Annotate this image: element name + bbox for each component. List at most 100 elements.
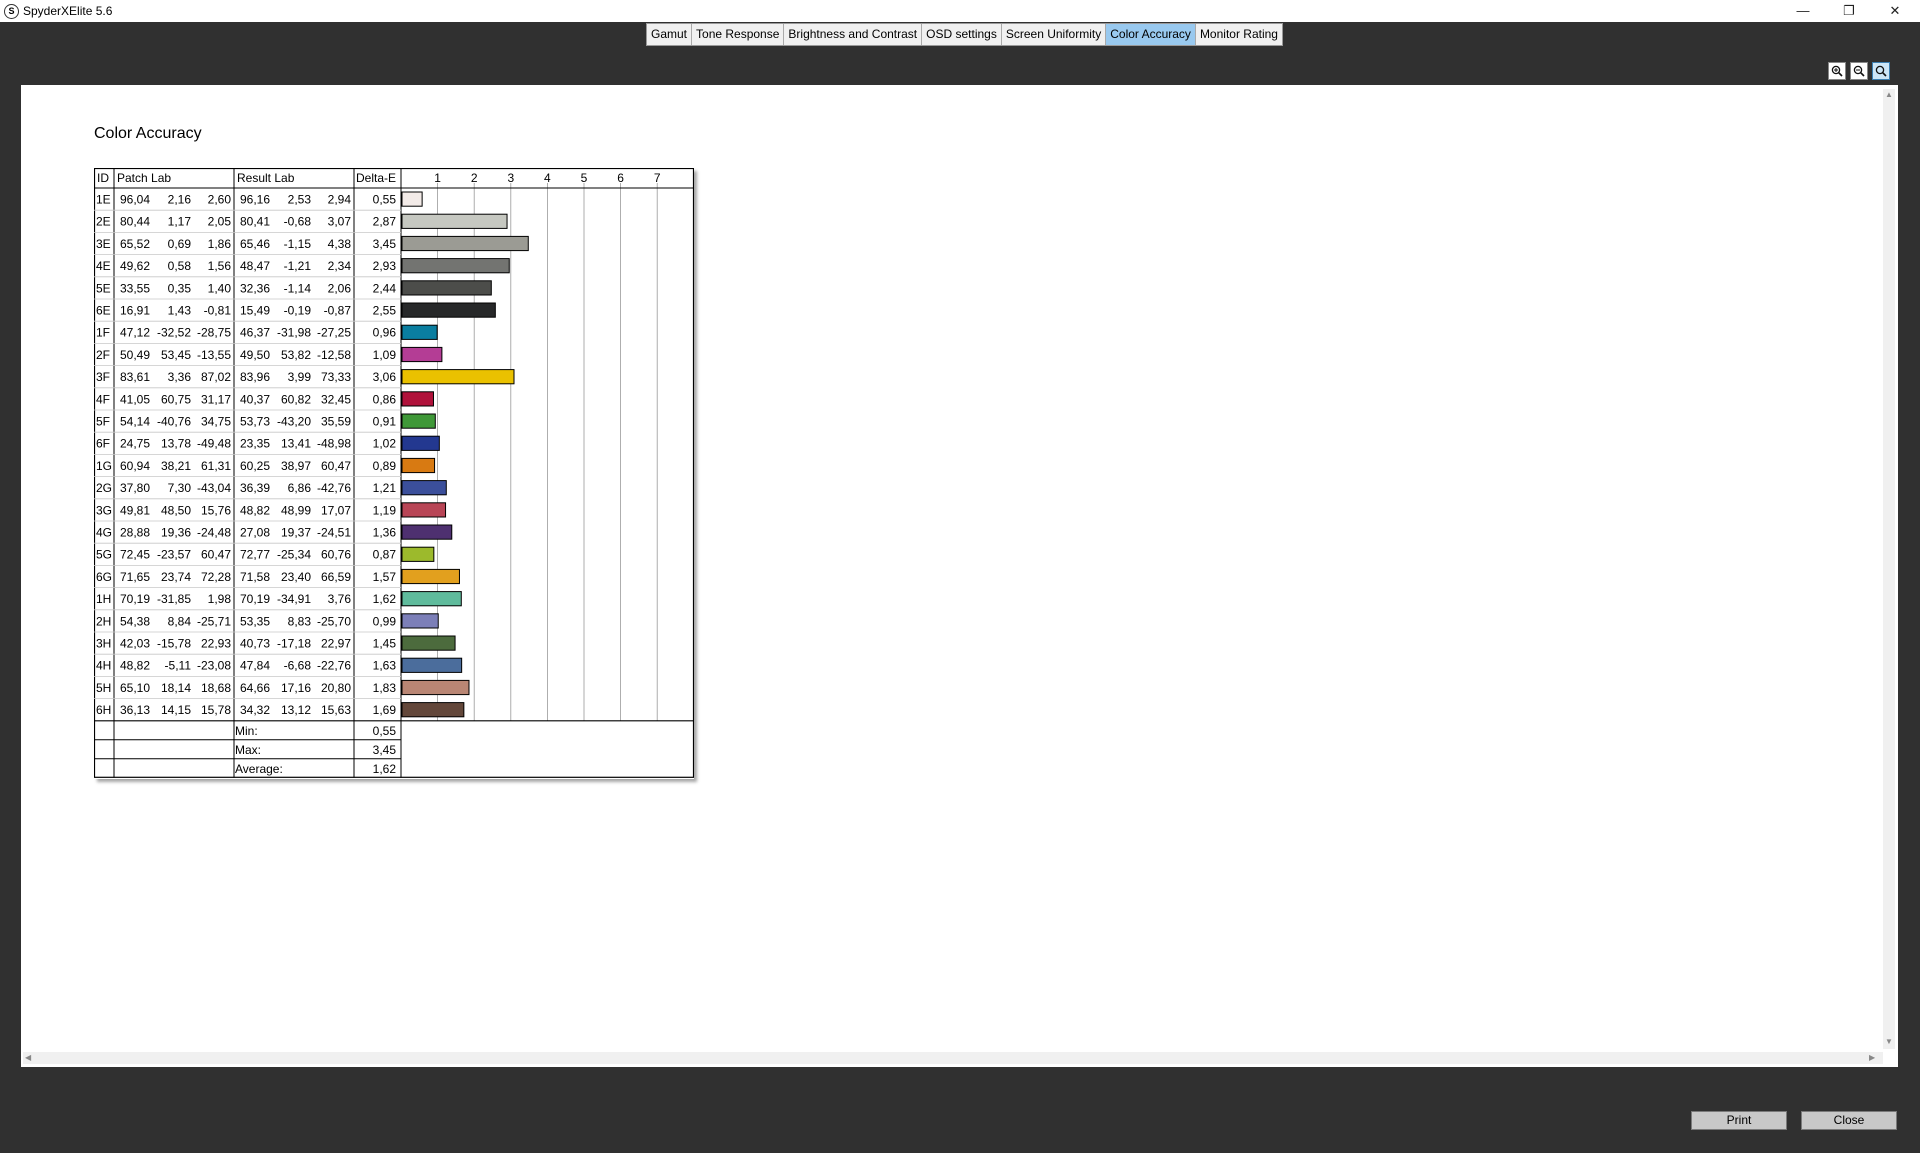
header-delta-e: Delta-E — [356, 171, 396, 185]
patch-b: 1,98 — [208, 592, 232, 606]
delta-e-bar — [401, 657, 463, 673]
tab-strip: Gamut Tone Response Brightness and Contr… — [0, 22, 1920, 46]
color-accuracy-report: 1 2 3 4 5 6 7 ID Patch Lab Result Lab Delta-E 1E 96,… — [94, 168, 694, 779]
result-a: 13,12 — [281, 703, 311, 717]
scroll-left-icon[interactable]: ◀ — [25, 1053, 31, 1062]
minimize-button[interactable]: — — [1780, 0, 1826, 22]
result-l: 40,73 — [240, 637, 270, 651]
delta-e-bar — [401, 702, 465, 718]
patch-l: 60,94 — [120, 459, 150, 473]
result-l: 64,66 — [240, 681, 270, 695]
delta-e-value: 2,55 — [373, 304, 397, 318]
patch-b: 15,78 — [201, 703, 231, 717]
delta-e-bar — [401, 369, 515, 385]
delta-e-value: 1,62 — [373, 592, 397, 606]
delta-e-bar — [401, 679, 470, 696]
result-b: 22,97 — [321, 637, 351, 651]
row-id: 1G — [96, 459, 112, 473]
patch-b: -25,71 — [197, 614, 231, 628]
x-tick-label: 2 — [471, 171, 478, 185]
tab-tone-response[interactable]: Tone Response — [692, 24, 785, 45]
result-a: 3,99 — [288, 370, 312, 384]
patch-l: 37,80 — [120, 481, 150, 495]
row-id: 5G — [96, 548, 112, 562]
zoom-out-icon — [1853, 65, 1865, 77]
result-l: 60,25 — [240, 459, 270, 473]
delta-e-value: 0,89 — [373, 459, 397, 473]
delta-e-value: 0,96 — [373, 326, 397, 340]
scroll-down-icon[interactable]: ▼ — [1885, 1037, 1893, 1046]
delta-e-value: 1,57 — [373, 570, 397, 584]
delta-e-value: 1,09 — [373, 348, 397, 362]
delta-e-bar — [401, 524, 453, 540]
maximize-button[interactable]: ❐ — [1826, 0, 1872, 22]
delta-e-value: 0,86 — [373, 392, 397, 406]
tab-brightness-contrast[interactable]: Brightness and Contrast — [784, 24, 923, 45]
x-tick-label: 3 — [507, 171, 514, 185]
tab-osd-settings[interactable]: OSD settings — [922, 24, 1002, 45]
delta-e-bar — [401, 591, 462, 607]
patch-a: -23,57 — [157, 548, 191, 562]
delta-e-value: 1,02 — [373, 437, 397, 451]
print-button[interactable]: Print — [1691, 1111, 1787, 1130]
patch-a: -31,85 — [157, 592, 191, 606]
x-tick-label: 1 — [434, 171, 441, 185]
zoom-in-button[interactable] — [1828, 62, 1846, 80]
result-a: 60,82 — [281, 392, 311, 406]
row-id: 6G — [96, 570, 112, 584]
tab-color-accuracy[interactable]: Color Accuracy — [1106, 24, 1196, 45]
patch-a: -40,76 — [157, 415, 191, 429]
delta-e-value: 1,69 — [373, 703, 397, 717]
result-l: 65,46 — [240, 237, 270, 251]
result-l: 48,47 — [240, 259, 270, 273]
zoom-out-button[interactable] — [1850, 62, 1868, 80]
result-l: 48,82 — [240, 503, 270, 517]
scroll-right-icon[interactable]: ▶ — [1869, 1053, 1875, 1062]
result-a: 23,40 — [281, 570, 311, 584]
delta-e-value: 0,55 — [373, 193, 397, 207]
horizontal-scrollbar[interactable]: ◀ ▶ — [23, 1052, 1883, 1064]
delta-e-bar — [401, 635, 456, 651]
close-window-button[interactable]: ✕ — [1872, 0, 1918, 22]
patch-l: 54,38 — [120, 614, 150, 628]
scroll-up-icon[interactable]: ▲ — [1885, 90, 1893, 99]
summary-value: 1,62 — [373, 762, 397, 776]
result-b: 3,07 — [328, 215, 352, 229]
patch-l: 24,75 — [120, 437, 150, 451]
delta-e-value: 1,63 — [373, 659, 397, 673]
delta-e-bar — [401, 613, 439, 629]
row-id: 2H — [96, 614, 111, 628]
patch-l: 33,55 — [120, 281, 150, 295]
vertical-scrollbar[interactable]: ▲ ▼ — [1883, 89, 1895, 1049]
x-tick-label: 6 — [617, 171, 624, 185]
tab-gamut[interactable]: Gamut — [647, 24, 693, 45]
tab-screen-uniformity[interactable]: Screen Uniformity — [1001, 24, 1107, 45]
result-b: -27,25 — [317, 326, 351, 340]
close-button[interactable]: Close — [1801, 1111, 1897, 1130]
patch-l: 36,13 — [120, 703, 150, 717]
result-b: 32,45 — [321, 392, 351, 406]
patch-l: 72,45 — [120, 548, 150, 562]
patch-a: 18,14 — [161, 681, 191, 695]
patch-b: -43,04 — [197, 481, 231, 495]
result-a: 48,99 — [281, 503, 311, 517]
zoom-fit-button[interactable] — [1872, 62, 1890, 80]
patch-l: 48,82 — [120, 659, 150, 673]
patch-a: 60,75 — [161, 392, 191, 406]
result-b: 2,06 — [328, 281, 352, 295]
row-id: 3E — [96, 237, 111, 251]
result-b: -24,51 — [317, 526, 351, 540]
patch-a: 14,15 — [161, 703, 191, 717]
patch-l: 54,14 — [120, 415, 150, 429]
result-l: 15,49 — [240, 304, 270, 318]
delta-e-value: 0,91 — [373, 415, 397, 429]
tab-monitor-rating[interactable]: Monitor Rating — [1195, 24, 1282, 45]
result-b: 15,63 — [321, 703, 351, 717]
zoom-fit-icon — [1875, 65, 1887, 77]
row-id: 3G — [96, 503, 112, 517]
x-tick-label: 5 — [581, 171, 588, 185]
result-a: 19,37 — [281, 526, 311, 540]
patch-l: 65,10 — [120, 681, 150, 695]
tab-bar: Gamut Tone Response Brightness and Contr… — [646, 23, 1283, 46]
patch-a: 0,69 — [168, 237, 192, 251]
